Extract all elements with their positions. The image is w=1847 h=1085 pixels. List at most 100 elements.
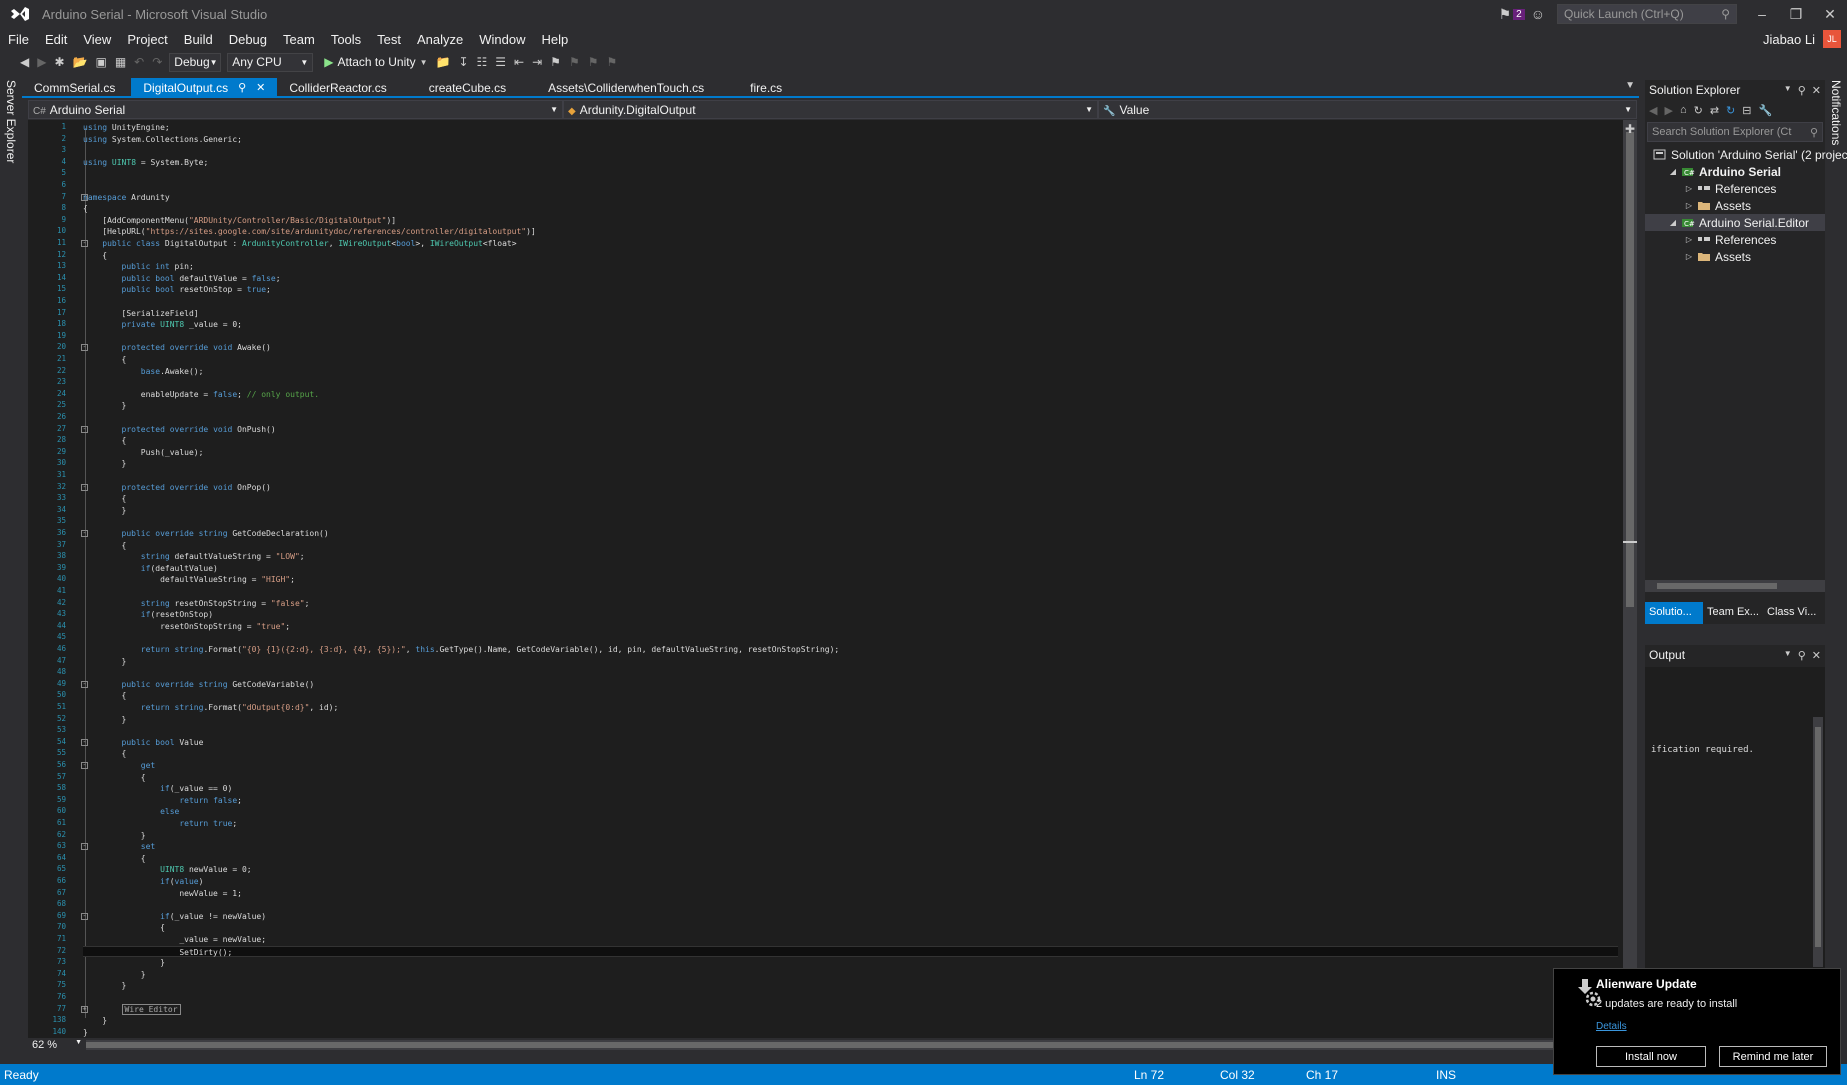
back-icon[interactable]: ◀: [1649, 104, 1657, 117]
code-line[interactable]: string resetOnStopString = "false";: [83, 598, 310, 610]
collapsed-arrow-icon[interactable]: ▷: [1683, 235, 1695, 244]
menu-edit[interactable]: Edit: [37, 32, 75, 47]
code-line[interactable]: resetOnStopString = "true";: [83, 621, 290, 633]
code-line[interactable]: public override string GetCodeVariable(): [83, 679, 315, 691]
code-line[interactable]: namespace Ardunity: [83, 192, 170, 204]
collapsed-arrow-icon[interactable]: ▷: [1683, 252, 1695, 261]
split-editor-icon[interactable]: ✚: [1625, 122, 1635, 136]
tree-item-project[interactable]: ◢ C# Arduino Serial: [1645, 163, 1825, 180]
collapsed-arrow-icon[interactable]: ▷: [1683, 201, 1695, 210]
start-debug-icon[interactable]: ▶: [324, 55, 333, 69]
menu-analyze[interactable]: Analyze: [409, 32, 471, 47]
horizontal-scrollbar[interactable]: [1645, 580, 1825, 592]
code-line[interactable]: }: [83, 830, 146, 842]
chevron-down-icon[interactable]: ▼: [1784, 84, 1792, 97]
home-icon[interactable]: ⌂: [1680, 104, 1687, 116]
notification-count-badge[interactable]: 2: [1513, 8, 1525, 20]
open-file-icon[interactable]: 📂: [73, 55, 88, 69]
menu-project[interactable]: Project: [119, 32, 175, 47]
solution-platform-select[interactable]: Any CPU ▼: [227, 52, 314, 72]
chevron-down-icon[interactable]: ▼: [420, 58, 428, 67]
code-line[interactable]: public bool resetOnStop = true;: [83, 284, 271, 296]
code-line[interactable]: using UnityEngine;: [83, 122, 170, 134]
code-line[interactable]: if(resetOnStop): [83, 609, 213, 621]
tab-commserial[interactable]: CommSerial.cs: [22, 78, 127, 96]
code-line[interactable]: newValue = 1;: [83, 888, 242, 900]
forward-icon[interactable]: ▶: [1664, 104, 1672, 117]
code-line[interactable]: Push(_value);: [83, 447, 204, 459]
code-line[interactable]: public bool defaultValue = false;: [83, 273, 281, 285]
next-bookmark-icon[interactable]: ⚑: [588, 55, 599, 69]
user-name[interactable]: Jiabao Li: [1763, 32, 1815, 47]
attach-to-unity-button[interactable]: Attach to Unity: [338, 55, 416, 69]
tab-createcube[interactable]: createCube.cs: [399, 78, 518, 96]
menu-help[interactable]: Help: [534, 32, 577, 47]
tab-class-view[interactable]: Class Vi...: [1763, 602, 1823, 624]
code-line[interactable]: set: [83, 841, 155, 853]
code-line[interactable]: {: [83, 690, 127, 702]
menu-window[interactable]: Window: [471, 32, 533, 47]
install-now-button[interactable]: Install now: [1596, 1046, 1706, 1067]
navigate-forward-icon[interactable]: ▶: [37, 55, 46, 69]
horizontal-scrollbar[interactable]: [86, 1040, 1627, 1050]
save-icon[interactable]: ▣: [95, 55, 106, 69]
collapsed-region-box[interactable]: Wire Editor: [121, 1003, 181, 1015]
code-editor[interactable]: 1 2 3 4 5 6 7 8 9 10 11 12 13 14 15 16 17 18 19 20 21 22 23 24 2…: [28, 120, 1637, 1038]
menu-build[interactable]: Build: [176, 32, 221, 47]
code-line[interactable]: {: [83, 203, 88, 215]
pin-icon[interactable]: ⚲: [238, 81, 246, 94]
pin-icon[interactable]: ⚲: [1798, 649, 1806, 662]
code-line[interactable]: {: [83, 853, 146, 865]
code-line[interactable]: enableUpdate = false; // only output.: [83, 389, 319, 401]
scrollbar-thumb[interactable]: [1657, 583, 1777, 589]
code-line[interactable]: [SerializeField]: [83, 308, 199, 320]
solution-configuration-select[interactable]: Debug ▼: [169, 52, 222, 72]
code-line[interactable]: return true;: [83, 818, 237, 830]
output-text-area[interactable]: ification required.: [1645, 667, 1825, 970]
code-line[interactable]: }: [83, 1015, 107, 1027]
properties-icon[interactable]: 🔧: [1758, 104, 1772, 117]
code-line[interactable]: }: [83, 957, 165, 969]
notification-flag-icon[interactable]: ⚑: [1499, 6, 1512, 23]
code-line[interactable]: UINT8 newValue = 0;: [83, 864, 252, 876]
feedback-icon[interactable]: ☺: [1531, 6, 1545, 22]
tab-solution-explorer[interactable]: Solutio...: [1645, 602, 1703, 624]
collapsed-arrow-icon[interactable]: ▷: [1683, 184, 1695, 193]
vertical-scrollbar[interactable]: [1813, 717, 1823, 967]
code-line[interactable]: else: [83, 806, 179, 818]
remind-me-later-button[interactable]: Remind me later: [1719, 1046, 1827, 1067]
tab-overflow-icon[interactable]: ▼: [1625, 80, 1635, 91]
tree-item-folder[interactable]: ▷ Assets: [1645, 248, 1825, 265]
code-line[interactable]: }: [83, 505, 127, 517]
find-icon[interactable]: ☰: [495, 55, 506, 69]
code-line[interactable]: string defaultValueString = "LOW";: [83, 551, 305, 563]
menu-tools[interactable]: Tools: [323, 32, 369, 47]
code-line[interactable]: private UINT8 _value = 0;: [83, 319, 242, 331]
code-line[interactable]: }: [83, 400, 127, 412]
code-line[interactable]: get: [83, 760, 155, 772]
tab-colliderwhentouch[interactable]: Assets\ColliderwhenTouch.cs: [518, 78, 716, 96]
code-line[interactable]: base.Awake();: [83, 366, 204, 378]
code-line[interactable]: }: [83, 969, 146, 981]
avatar[interactable]: JL: [1823, 30, 1841, 48]
solution-icon[interactable]: ☷: [477, 55, 488, 69]
tab-team-explorer[interactable]: Team Ex...: [1703, 602, 1763, 624]
code-line[interactable]: protected override void OnPush(): [83, 424, 276, 436]
solution-search-input[interactable]: Search Solution Explorer (Ctrl+;) ⚲: [1647, 122, 1823, 142]
tab-colliderreactor[interactable]: ColliderReactor.cs: [277, 78, 398, 96]
code-line[interactable]: using UINT8 = System.Byte;: [83, 157, 208, 169]
collapse-all-icon[interactable]: ⊟: [1742, 104, 1751, 117]
code-line[interactable]: }: [83, 458, 127, 470]
close-icon[interactable]: ✕: [256, 81, 265, 94]
code-line[interactable]: public bool Value: [83, 737, 204, 749]
step-icon[interactable]: ↧: [458, 55, 468, 69]
close-window-button[interactable]: ✕: [1813, 6, 1847, 23]
tree-item-references[interactable]: ▷ References: [1645, 180, 1825, 197]
notifications-tab[interactable]: Notifications: [1829, 80, 1843, 145]
code-line[interactable]: }: [83, 714, 127, 726]
refresh-icon[interactable]: ↻: [1726, 104, 1735, 117]
save-all-icon[interactable]: ▦: [115, 55, 126, 69]
expanded-arrow-icon[interactable]: ◢: [1667, 218, 1679, 227]
navigate-back-icon[interactable]: ◀: [20, 55, 29, 69]
project-dropdown[interactable]: C# Arduino Serial ▼: [28, 100, 563, 119]
